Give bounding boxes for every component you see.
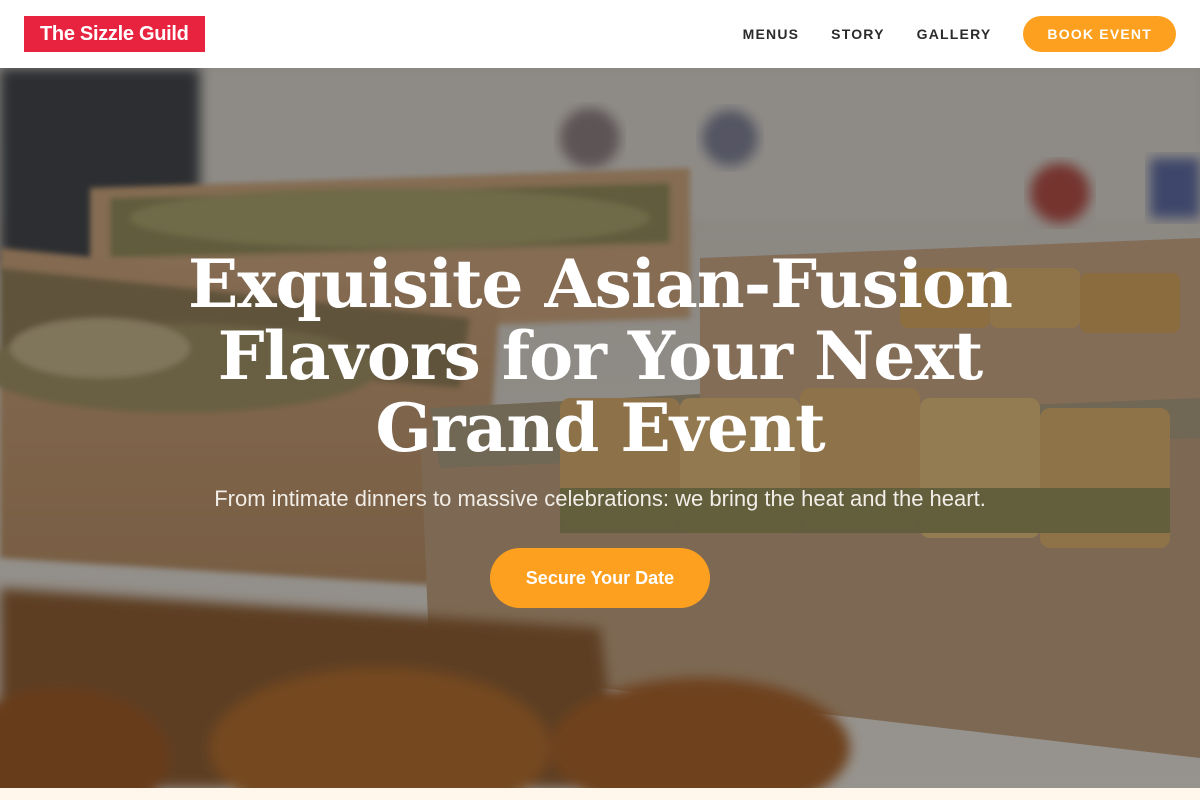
hero-content: Exquisite Asian-Fusion Flavors for Your …	[0, 248, 1200, 608]
site-logo[interactable]: The Sizzle Guild	[24, 16, 205, 52]
hero-title: Exquisite Asian-Fusion Flavors for Your …	[187, 245, 1013, 467]
nav-story[interactable]: STORY	[831, 26, 884, 42]
secure-date-button[interactable]: Secure Your Date	[490, 548, 710, 608]
site-header: The Sizzle Guild MENUS STORY GALLERY BOO…	[0, 0, 1200, 68]
main-nav: MENUS STORY GALLERY BOOK EVENT	[743, 16, 1176, 52]
hero-section: Exquisite Asian-Fusion Flavors for Your …	[0, 68, 1200, 788]
page-bottom-strip	[0, 788, 1200, 800]
book-event-button[interactable]: BOOK EVENT	[1023, 16, 1176, 52]
hero-subtitle: From intimate dinners to massive celebra…	[214, 486, 986, 511]
nav-gallery[interactable]: GALLERY	[917, 26, 992, 42]
nav-menus[interactable]: MENUS	[743, 26, 800, 42]
